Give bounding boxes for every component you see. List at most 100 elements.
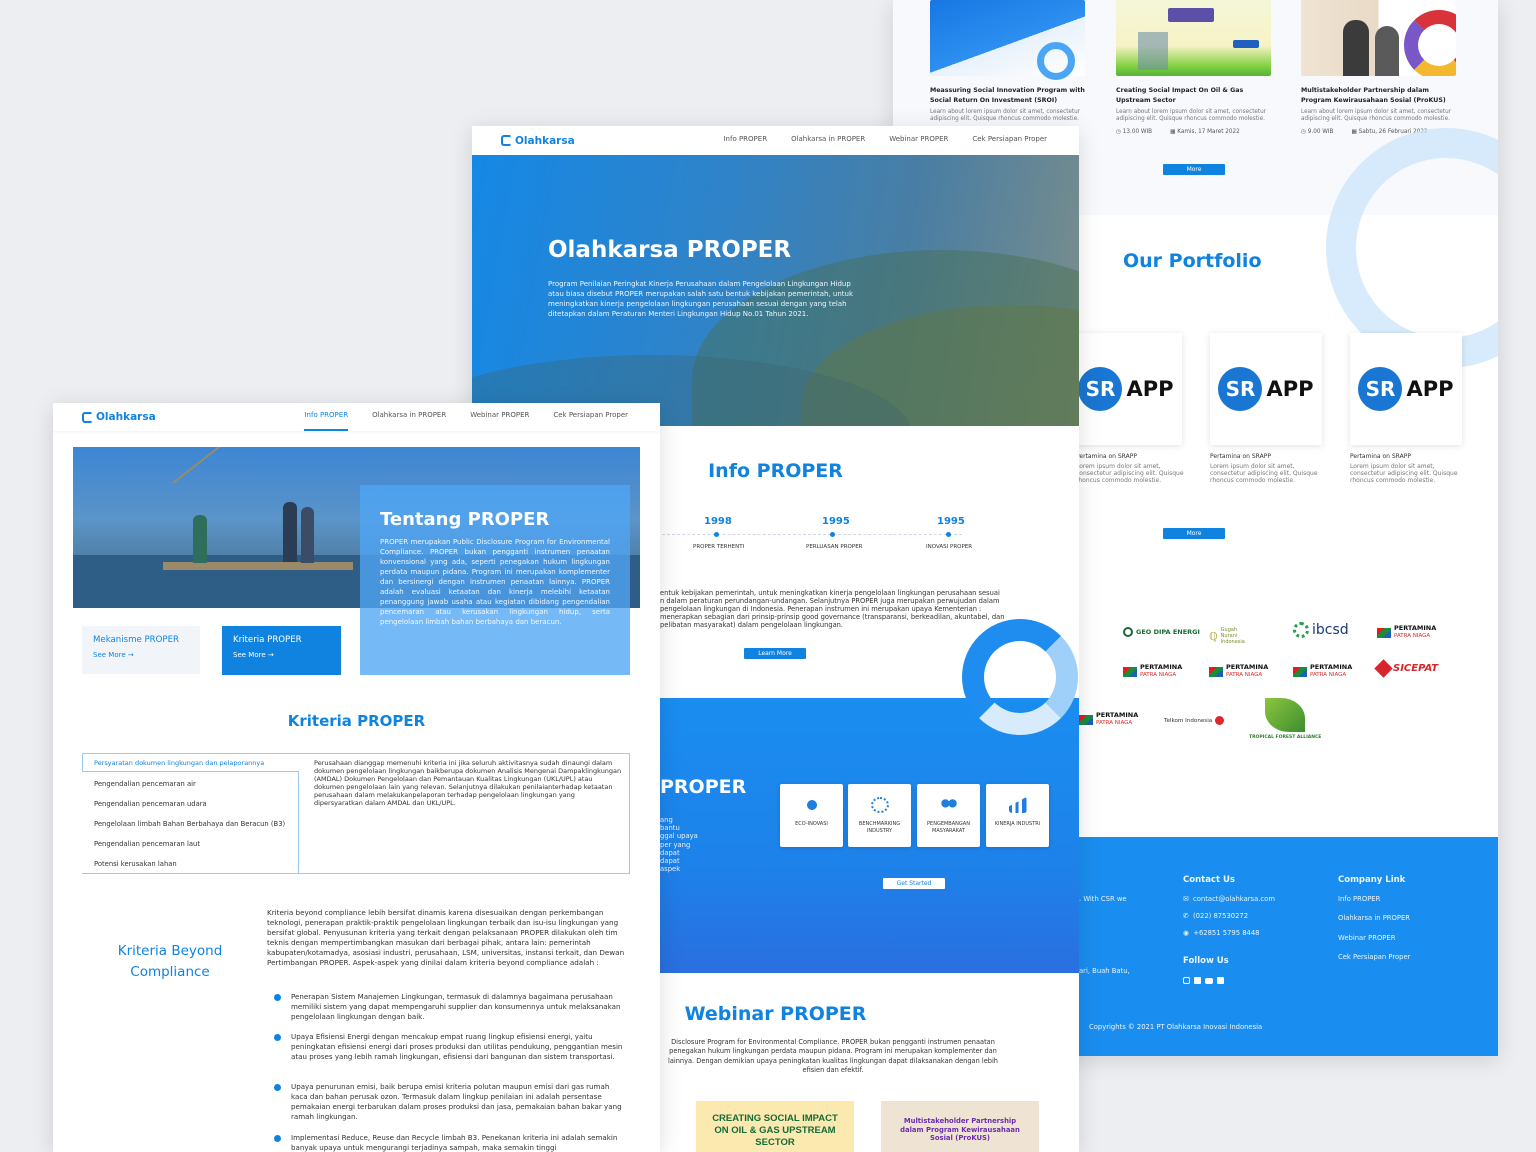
instagram-icon[interactable]: [1183, 977, 1190, 984]
webinar-title: Creating Social Impact On Oil & Gas Upst…: [1116, 87, 1244, 104]
bullet-dot: [274, 1135, 281, 1142]
gugah-nurani-logo: ℚ Gugah Nurani Indonesia: [1209, 627, 1245, 645]
app-word: APP: [1406, 377, 1454, 401]
criteria-tab[interactable]: Pengelolaan limbah Bahan Berbahaya dan B…: [94, 820, 285, 828]
pillar-card[interactable]: KINERJA INDUSTRI: [986, 784, 1049, 847]
app-word: APP: [1126, 377, 1174, 401]
facebook-icon[interactable]: [1194, 977, 1201, 984]
youtube-icon[interactable]: [1205, 978, 1213, 984]
mekanisme-card[interactable]: Mekanisme PROPER See More →: [82, 626, 200, 674]
webinar-title: Multistakeholder Partnership dalam Progr…: [1301, 87, 1446, 104]
timeline-year: 1995: [822, 516, 850, 527]
footer-email[interactable]: ✉ contact@olahkarsa.com: [1183, 895, 1275, 903]
webinar-card[interactable]: Creating Social Impact On Oil & Gas Upst…: [1116, 0, 1271, 135]
timeline-label: INOVASI PROPER: [926, 544, 973, 550]
olahkarsa-logo[interactable]: Olahkarsa: [501, 135, 575, 147]
pillars-text: ang bantu ggal upaya per yang dapat dapat aspe…: [660, 816, 698, 874]
see-more-link[interactable]: See More →: [93, 651, 189, 659]
arrow-right-icon: →: [267, 651, 274, 659]
timeline-dot: [830, 532, 835, 537]
nav-cek[interactable]: Cek Persiapan Proper: [972, 135, 1047, 147]
app-card[interactable]: SR APP: [1350, 333, 1462, 445]
criteria-tab[interactable]: Pengendalian pencemaran udara: [94, 800, 207, 808]
criteria-tab[interactable]: Potensi kerusakan lahan: [94, 860, 177, 868]
pertamina-logo: PERTAMINA PATRA NIAGA: [1293, 664, 1352, 679]
srapp-logo: SR: [1218, 367, 1263, 411]
pillar-card[interactable]: PENGEMBANGAN MASYARAKAT: [917, 784, 980, 847]
pillar-card[interactable]: BENCHMARKING INDUSTRY: [848, 784, 911, 847]
criteria-tab[interactable]: Pengendalian pencemaran laut: [94, 840, 200, 848]
tfa-logo: TROPICAL FOREST ALLIANCE: [1249, 698, 1321, 740]
hero-title: Olahkarsa PROPER: [548, 237, 792, 263]
about-text: PROPER merupakan Public Disclosure Progr…: [380, 538, 610, 626]
webinar-thumbnail: [1116, 0, 1271, 76]
nav-olahkarsa[interactable]: Olahkarsa in PROPER: [791, 135, 865, 147]
linkedin-icon[interactable]: [1217, 977, 1224, 984]
nav-webinar[interactable]: Webinar PROPER: [889, 135, 948, 147]
app-card[interactable]: SR APP: [1070, 333, 1182, 445]
nav-info[interactable]: Info PROPER: [723, 135, 767, 147]
webinar-desc: Learn about lorem ipsum dolor sit amet, …: [930, 109, 1081, 122]
social-icons: [1183, 977, 1224, 984]
nav-webinar[interactable]: Webinar PROPER: [470, 411, 529, 423]
webpage-info: Olahkarsa Info PROPER Olahkarsa in PROPE…: [53, 403, 660, 1152]
more-button[interactable]: More: [1163, 164, 1225, 175]
criteria-tab[interactable]: Pengendalian pencemaran air: [94, 780, 196, 788]
footer-about: . With CSR we: [1079, 895, 1127, 903]
timeline-dot: [714, 532, 719, 537]
app-card[interactable]: SR APP: [1210, 333, 1322, 445]
navbar: Olahkarsa Info PROPER Olahkarsa in PROPE…: [53, 403, 660, 431]
pillar-card[interactable]: ECO-INOVASI: [780, 784, 843, 847]
footer-link[interactable]: Cek Persiapan Proper: [1338, 953, 1410, 961]
pole: [172, 447, 261, 484]
card-title: Kriteria PROPER: [233, 635, 302, 645]
bullet-text: Upaya penurunan emisi, baik berupa emisi…: [291, 1082, 622, 1122]
ibcsd-logo: ibcsd: [1293, 622, 1349, 638]
olahkarsa-logo[interactable]: Olahkarsa: [82, 411, 156, 423]
bullet-dot: [274, 1034, 281, 1041]
benchmark-icon: [870, 797, 889, 813]
timeline-label: PROPER TERHENTI: [693, 544, 745, 550]
calendar-icon: ▦ Kamis, 17 Maret 2022: [1170, 129, 1240, 135]
footer-link[interactable]: Info PROPER: [1338, 895, 1380, 903]
see-more-link[interactable]: See More →: [233, 651, 330, 659]
webinar-title: Meassuring Social Innovation Program wit…: [930, 87, 1085, 104]
learn-more-button[interactable]: Learn More: [744, 648, 806, 659]
timeline-dot: [946, 532, 951, 537]
eco-innovation-icon: [802, 797, 821, 813]
pertamina-logo: PERTAMINA PATRA NIAGA: [1079, 712, 1138, 727]
about-card: Tentang PROPER PROPER merupakan Public D…: [360, 485, 630, 675]
webinar-thumbnail: [1301, 0, 1456, 76]
more-button[interactable]: More: [1163, 528, 1225, 539]
criteria-tab[interactable]: Persyaratan dokumen lingkungan dan pelap…: [94, 759, 264, 767]
nav-olahkarsa[interactable]: Olahkarsa in PROPER: [372, 411, 446, 423]
kriteria-title: Kriteria PROPER: [287, 712, 426, 730]
footer-phone[interactable]: ✆ (022) 87530272: [1183, 912, 1248, 920]
footer-company-title: Company Link: [1338, 875, 1406, 885]
person: [301, 507, 314, 563]
footer-link[interactable]: Webinar PROPER: [1338, 934, 1395, 942]
clock-icon: ◷ 13.00 WIB: [1116, 129, 1153, 135]
footer-whatsapp[interactable]: ◉ +62851 5795 8448: [1183, 929, 1260, 937]
about-title: Tentang PROPER: [380, 509, 550, 530]
timeline-year: 1995: [937, 516, 965, 527]
criteria-detail: Perusahaan dianggap memenuhi kriteria in…: [314, 759, 622, 807]
webinar-card[interactable]: Multistakeholder Partnership dalam Progr…: [1301, 0, 1456, 135]
person: [283, 502, 297, 562]
kriteria-card[interactable]: Kriteria PROPER See More →: [222, 626, 341, 675]
webinar-thumbnail[interactable]: Multistakeholder Partnership dalam Progr…: [881, 1101, 1039, 1152]
nav-cek[interactable]: Cek Persiapan Proper: [553, 411, 628, 423]
clock-icon: ◷ 9.00 WIB: [1301, 129, 1334, 135]
nav-info[interactable]: Info PROPER: [304, 411, 348, 431]
app-caption: Pertamina on SRAPP Lorem ipsum dolor sit …: [1076, 453, 1184, 484]
timeline-label: PERLUASAN PROPER: [806, 544, 863, 550]
phone-icon: ✆: [1183, 912, 1189, 920]
webinar-card[interactable]: Meassuring Social Innovation Program wit…: [930, 0, 1085, 123]
bullet-text: Upaya Efisiensi Energi dengan mencakup e…: [291, 1032, 623, 1062]
bullet-text: Implementasi Reduce, Reuse dan Recycle l…: [291, 1133, 618, 1152]
webinar-thumbnail[interactable]: CREATING SOCIAL IMPACT ON OIL & GAS UPST…: [696, 1101, 854, 1152]
get-started-button[interactable]: Get Started: [883, 878, 945, 889]
footer-follow-title: Follow Us: [1183, 956, 1229, 966]
footer-link[interactable]: Olahkarsa in PROPER: [1338, 914, 1410, 922]
pertamina-logo: PERTAMINA PATRA NIAGA: [1209, 664, 1268, 679]
